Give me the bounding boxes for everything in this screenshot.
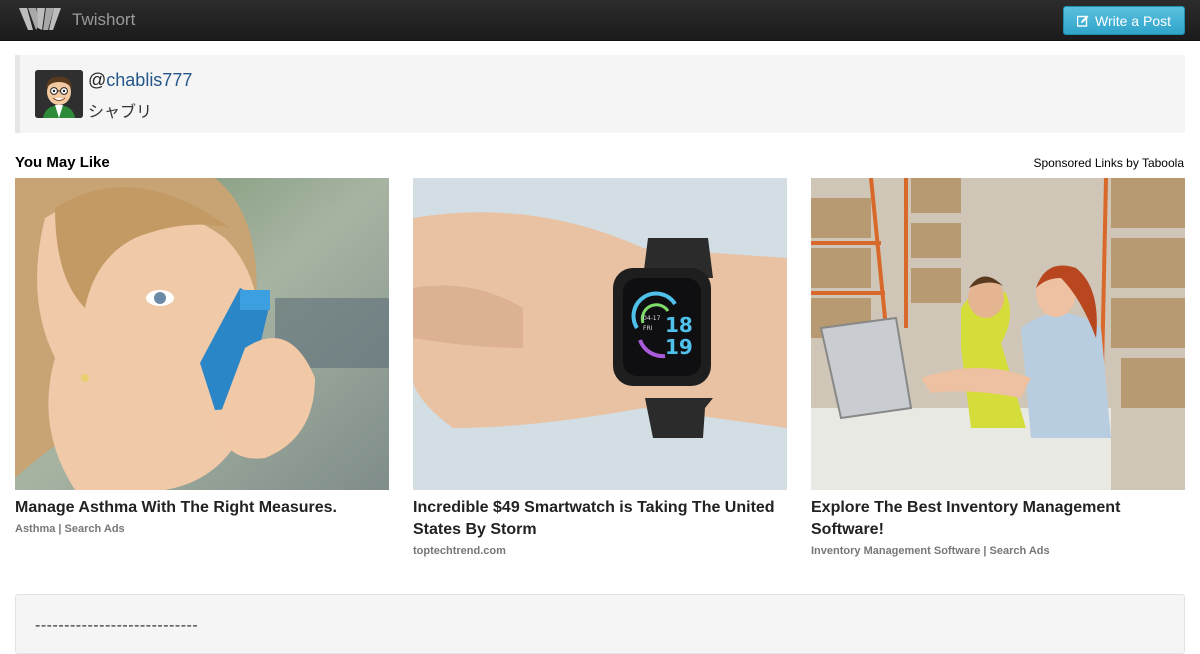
recommendation-card-smartwatch[interactable]: 04-17 FRI 18 19 Incredible $49 Smartwatc… (413, 178, 787, 557)
asthma-inhaler-image (15, 178, 389, 490)
svg-text:04-17: 04-17 (643, 315, 661, 322)
author-handle: @chablis777 (88, 70, 192, 91)
card-source: Inventory Management Software | Search A… (811, 545, 1050, 557)
svg-text:FRI: FRI (643, 325, 653, 332)
avatar[interactable] (35, 70, 83, 118)
write-post-label: Write a Post (1095, 12, 1171, 29)
write-post-button[interactable]: Write a Post (1063, 6, 1185, 35)
card-title[interactable]: Incredible $49 Smartwatch is Taking The … (413, 497, 787, 541)
post-content-box: ---------------------------- (15, 594, 1185, 654)
recommendation-card-inventory[interactable]: Explore The Best Inventory Management So… (811, 178, 1185, 557)
author-username-link[interactable]: chablis777 (106, 70, 192, 90)
card-title[interactable]: Explore The Best Inventory Management So… (811, 497, 1185, 541)
card-thumbnail[interactable]: 04-17 FRI 18 19 (413, 178, 787, 490)
sponsored-links-label[interactable]: Sponsored Links by Taboola (1033, 156, 1184, 170)
author-display-name: シャブリ (88, 102, 153, 121)
twishort-logo-icon (19, 8, 61, 30)
author-card: @chablis777 シャブリ (15, 55, 1185, 133)
recommendation-card-asthma[interactable]: Manage Asthma With The Right Measures. A… (15, 178, 389, 535)
smartwatch-image: 04-17 FRI 18 19 (413, 178, 787, 490)
svg-text:18: 18 (665, 313, 693, 337)
card-title[interactable]: Manage Asthma With The Right Measures. (15, 497, 389, 519)
card-thumbnail[interactable] (15, 178, 389, 490)
top-navbar: Twishort Write a Post (0, 0, 1200, 41)
avatar-image (35, 70, 83, 118)
post-text: ---------------------------- (35, 617, 199, 634)
card-source: toptechtrend.com (413, 545, 506, 557)
edit-icon (1077, 15, 1089, 27)
card-thumbnail[interactable] (811, 178, 1185, 490)
you-may-like-heading: You May Like (15, 154, 110, 171)
brand-link[interactable]: Twishort (18, 4, 135, 36)
svg-text:19: 19 (665, 335, 693, 359)
at-sign: @ (88, 70, 107, 90)
card-source: Asthma | Search Ads (15, 523, 125, 535)
warehouse-workers-image (811, 178, 1185, 490)
brand-name: Twishort (72, 10, 136, 29)
